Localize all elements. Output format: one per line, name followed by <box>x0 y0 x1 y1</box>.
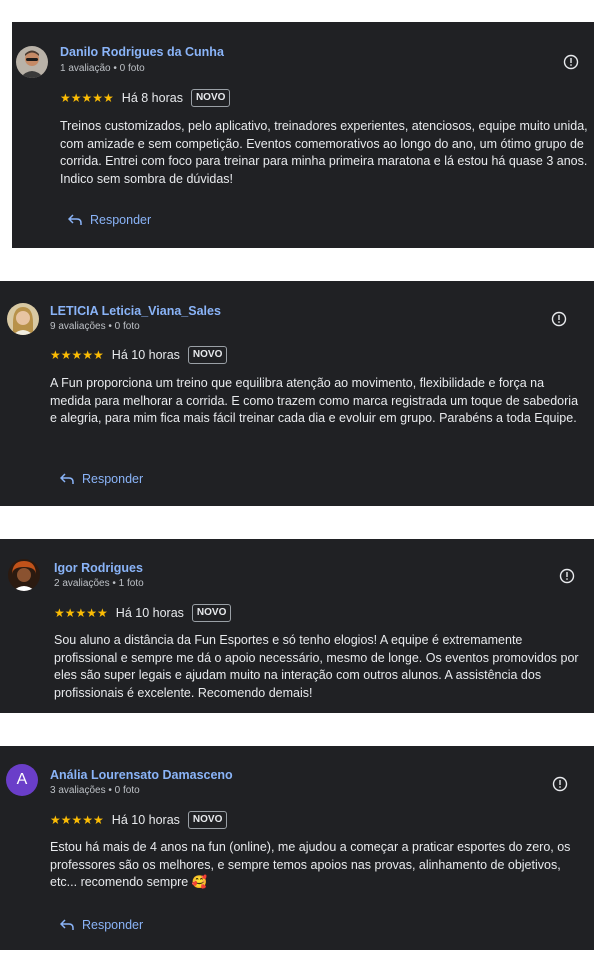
report-icon[interactable] <box>552 776 568 792</box>
reviewer-name[interactable]: Igor Rodrigues <box>54 561 143 575</box>
review-time: Há 10 horas <box>111 348 180 362</box>
reviewer-name[interactable]: Danilo Rodrigues da Cunha <box>60 45 224 59</box>
review-text: Sou aluno a distância da Fun Esportes e … <box>54 633 579 700</box>
avatar[interactable]: A <box>6 764 38 796</box>
reply-icon <box>60 919 74 930</box>
avatar[interactable] <box>16 46 48 78</box>
star-rating: ★★★★★ <box>50 348 104 362</box>
reviewer-name[interactable]: LETICIA Leticia_Viana_Sales <box>50 304 221 318</box>
rating-row: ★★★★★ Há 10 horas NOVO <box>50 345 228 365</box>
review-card: Danilo Rodrigues da Cunha 1 avaliação • … <box>12 22 594 248</box>
review-time: Há 10 horas <box>115 606 184 620</box>
avatar[interactable] <box>7 303 39 335</box>
reply-label: Responder <box>90 213 152 227</box>
reviewer-name[interactable]: Anália Lourensato Damasceno <box>50 768 233 782</box>
review-time: Há 8 horas <box>121 91 183 105</box>
rating-row: ★★★★★ Há 10 horas NOVO <box>50 810 228 830</box>
rating-row: ★★★★★ Há 8 horas NOVO <box>60 88 231 108</box>
reply-icon <box>68 214 82 225</box>
reply-icon <box>60 473 74 484</box>
review-card: LETICIA Leticia_Viana_Sales 9 avaliações… <box>0 281 594 506</box>
avatar-letter: A <box>16 771 28 788</box>
new-badge: NOVO <box>187 811 228 829</box>
reply-button[interactable]: Responder <box>60 918 143 932</box>
star-rating: ★★★★★ <box>50 813 104 827</box>
report-icon[interactable] <box>559 568 575 584</box>
reviewer-meta: 3 avaliações • 0 foto <box>50 785 140 796</box>
report-icon[interactable] <box>551 311 567 327</box>
new-badge: NOVO <box>191 604 232 622</box>
review-text: A Fun proporciona um treino que equilibr… <box>50 376 579 425</box>
reviewer-meta: 1 avaliação • 0 foto <box>60 63 145 74</box>
review-card: Igor Rodrigues 2 avaliações • 1 foto ★★★… <box>0 539 594 713</box>
rating-row: ★★★★★ Há 10 horas NOVO <box>54 603 232 623</box>
review-card: A Anália Lourensato Damasceno 3 avaliaçõ… <box>0 746 594 950</box>
star-rating: ★★★★★ <box>60 91 114 105</box>
star-rating: ★★★★★ <box>54 606 108 620</box>
review-text: Treinos customizados, pelo aplicativo, t… <box>60 119 588 186</box>
new-badge: NOVO <box>190 89 231 107</box>
reply-label: Responder <box>82 472 144 486</box>
avatar[interactable] <box>8 559 40 591</box>
review-time: Há 10 horas <box>111 813 180 827</box>
review-text: Estou há mais de 4 anos na fun (online),… <box>50 840 571 889</box>
report-icon[interactable] <box>563 54 579 70</box>
reply-button[interactable]: Responder <box>60 472 143 486</box>
reply-label: Responder <box>82 918 144 932</box>
new-badge: NOVO <box>187 346 228 364</box>
reply-button[interactable]: Responder <box>68 213 151 227</box>
reviewer-meta: 9 avaliações • 0 foto <box>50 321 140 332</box>
reviewer-meta: 2 avaliações • 1 foto <box>54 578 144 589</box>
